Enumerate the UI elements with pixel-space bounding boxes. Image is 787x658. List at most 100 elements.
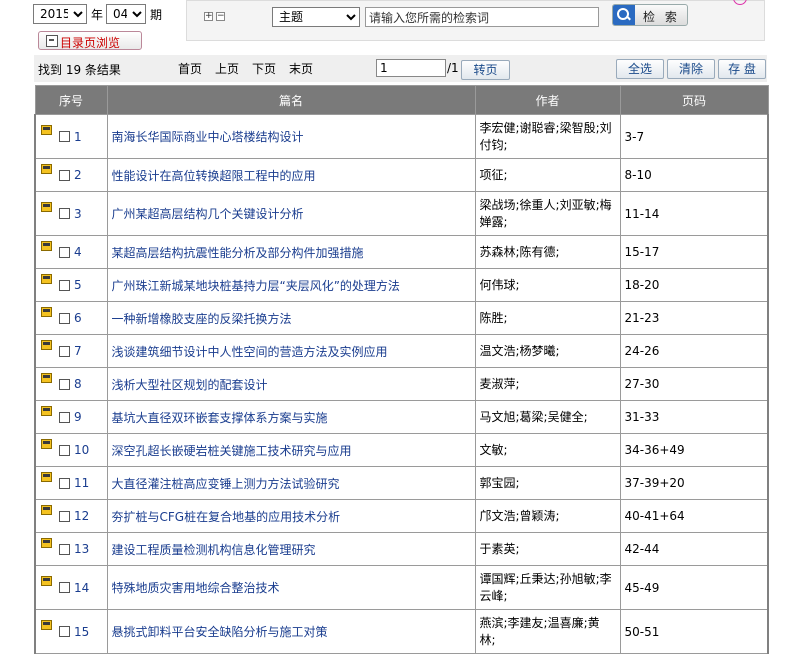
column-header-title: 篇名 xyxy=(106,85,476,115)
row-no-cell: 3 xyxy=(34,191,108,236)
row-no-cell: 15 xyxy=(34,609,108,654)
folder-icon[interactable] xyxy=(41,163,52,174)
article-title-link[interactable]: 建设工程质量检测机构信息化管理研究 xyxy=(112,543,316,557)
folder-icon[interactable] xyxy=(41,576,52,587)
row-pages: 11-14 xyxy=(620,191,769,236)
row-pages: 27-30 xyxy=(620,367,769,401)
row-checkbox[interactable] xyxy=(59,279,70,291)
row-title-cell: 某超高层结构抗震性能分析及部分构件加强措施 xyxy=(107,235,476,269)
folder-icon[interactable] xyxy=(41,273,52,284)
folder-icon[interactable] xyxy=(41,202,52,213)
row-checkbox[interactable] xyxy=(59,312,70,324)
row-title-cell: 悬挑式卸料平台安全缺陷分析与施工对策 xyxy=(107,609,476,654)
table-row: 14 特殊地质灾害用地综合整治技术 谭国辉;丘秉达;孙旭敏;李云峰; 45-49 xyxy=(34,565,769,610)
row-checkbox[interactable] xyxy=(59,246,70,258)
table-row: 13 建设工程质量检测机构信息化管理研究 于素英; 42-44 xyxy=(34,532,769,566)
row-number: 10 xyxy=(74,443,90,458)
issue-select[interactable]: 04 xyxy=(106,4,146,24)
folder-icon[interactable] xyxy=(41,372,52,383)
row-checkbox[interactable] xyxy=(59,131,70,143)
folder-icon[interactable] xyxy=(41,405,52,416)
row-title-cell: 深空孔超长嵌硬岩桩关键施工技术研究与应用 xyxy=(107,433,476,467)
article-title-link[interactable]: 一种新增橡胶支座的反梁托换方法 xyxy=(112,312,292,326)
row-pages: 45-49 xyxy=(620,565,769,610)
article-title-link[interactable]: 广州某超高层结构几个关键设计分析 xyxy=(112,207,304,221)
select-all-button[interactable]: 全选 xyxy=(616,59,664,79)
row-authors: 谭国辉;丘秉达;孙旭敏;李云峰; xyxy=(475,565,621,610)
table-header-row: 序号 篇名 作者 页码 xyxy=(34,85,769,115)
folder-icon[interactable] xyxy=(41,339,52,350)
row-checkbox[interactable] xyxy=(59,411,70,423)
collapse-icon[interactable]: − xyxy=(216,12,225,21)
search-icon xyxy=(613,5,635,25)
folder-icon[interactable] xyxy=(41,471,52,482)
row-no-cell: 8 xyxy=(34,367,108,401)
row-checkbox[interactable] xyxy=(59,169,70,181)
article-title-link[interactable]: 浅谈建筑细节设计中人性空间的营造方法及实例应用 xyxy=(112,345,388,359)
article-title-link[interactable]: 广州珠江新城某地块桩基持力层“夹层风化”的处理方法 xyxy=(112,279,400,293)
search-button[interactable]: 检 索 xyxy=(612,4,688,26)
table-row: 1 南海长华国际商业中心塔楼结构设计 李宏健;谢聪睿;梁智殷;刘付钧; 3-7 xyxy=(34,114,769,159)
article-title-link[interactable]: 大直径灌注桩高应变锤上测力方法试验研究 xyxy=(112,477,340,491)
row-checkbox[interactable] xyxy=(59,345,70,357)
goto-page-button[interactable]: 转页 xyxy=(461,60,510,80)
article-title-link[interactable]: 某超高层结构抗震性能分析及部分构件加强措施 xyxy=(112,246,364,260)
row-number: 4 xyxy=(74,245,82,260)
row-checkbox[interactable] xyxy=(59,208,70,220)
save-button[interactable]: 存 盘 xyxy=(718,59,766,79)
row-checkbox[interactable] xyxy=(59,444,70,456)
row-checkbox[interactable] xyxy=(59,378,70,390)
row-pages: 24-26 xyxy=(620,334,769,368)
row-title-cell: 南海长华国际商业中心塔楼结构设计 xyxy=(107,114,476,159)
article-title-link[interactable]: 性能设计在高位转换超限工程中的应用 xyxy=(112,169,316,183)
table-row: 5 广州珠江新城某地块桩基持力层“夹层风化”的处理方法 何伟球; 18-20 xyxy=(34,268,769,302)
row-authors: 麦淑萍; xyxy=(475,367,621,401)
folder-icon[interactable] xyxy=(41,125,52,136)
row-number: 7 xyxy=(74,344,82,359)
table-row: 8 浅析大型社区规划的配套设计 麦淑萍; 27-30 xyxy=(34,367,769,401)
page-number-input[interactable] xyxy=(376,59,446,77)
year-label: 年 xyxy=(91,8,104,22)
row-checkbox[interactable] xyxy=(59,543,70,555)
row-checkbox[interactable] xyxy=(59,626,70,638)
folder-icon[interactable] xyxy=(41,438,52,449)
row-number: 11 xyxy=(74,476,90,491)
folder-icon[interactable] xyxy=(41,306,52,317)
row-authors: 项征; xyxy=(475,158,621,192)
article-title-link[interactable]: 浅析大型社区规划的配套设计 xyxy=(112,378,268,392)
row-title-cell: 夯扩桩与CFG桩在复合地基的应用技术分析 xyxy=(107,499,476,533)
row-title-cell: 广州珠江新城某地块桩基持力层“夹层风化”的处理方法 xyxy=(107,268,476,302)
article-title-link[interactable]: 南海长华国际商业中心塔楼结构设计 xyxy=(112,130,304,144)
prev-page-link[interactable]: 上页 xyxy=(215,60,239,77)
row-pages: 40-41+64 xyxy=(620,499,769,533)
row-number: 8 xyxy=(74,377,82,392)
row-number: 12 xyxy=(74,509,90,524)
article-title-link[interactable]: 深空孔超长嵌硬岩桩关键施工技术研究与应用 xyxy=(112,444,352,458)
clear-button[interactable]: 清除 xyxy=(667,59,715,79)
search-field-select[interactable]: 主题 xyxy=(272,7,360,27)
row-checkbox[interactable] xyxy=(59,510,70,522)
year-select[interactable]: 2015 xyxy=(33,4,87,24)
article-title-link[interactable]: 悬挑式卸料平台安全缺陷分析与施工对策 xyxy=(112,625,328,639)
row-title-cell: 建设工程质量检测机构信息化管理研究 xyxy=(107,532,476,566)
search-keyword-input[interactable] xyxy=(365,7,599,27)
article-title-link[interactable]: 特殊地质灾害用地综合整治技术 xyxy=(112,581,280,595)
folder-icon[interactable] xyxy=(41,537,52,548)
next-page-link[interactable]: 下页 xyxy=(252,60,276,77)
folder-icon[interactable] xyxy=(41,504,52,515)
article-title-link[interactable]: 基坑大直径双环嵌套支撑体系方案与实施 xyxy=(112,411,328,425)
row-authors: 燕滨;李建友;温喜廉;黄林; xyxy=(475,609,621,654)
row-number: 2 xyxy=(74,168,82,183)
directory-icon xyxy=(46,35,58,47)
table-row: 6 一种新增橡胶支座的反梁托换方法 陈胜; 21-23 xyxy=(34,301,769,335)
row-checkbox[interactable] xyxy=(59,477,70,489)
first-page-link[interactable]: 首页 xyxy=(178,60,202,77)
row-authors: 陈胜; xyxy=(475,301,621,335)
folder-icon[interactable] xyxy=(41,620,52,631)
row-checkbox[interactable] xyxy=(59,582,70,594)
directory-browse-button[interactable]: 目录页浏览 xyxy=(38,31,142,50)
expand-icon[interactable]: + xyxy=(204,12,213,21)
article-title-link[interactable]: 夯扩桩与CFG桩在复合地基的应用技术分析 xyxy=(112,510,341,524)
folder-icon[interactable] xyxy=(41,240,52,251)
last-page-link[interactable]: 末页 xyxy=(289,60,313,77)
